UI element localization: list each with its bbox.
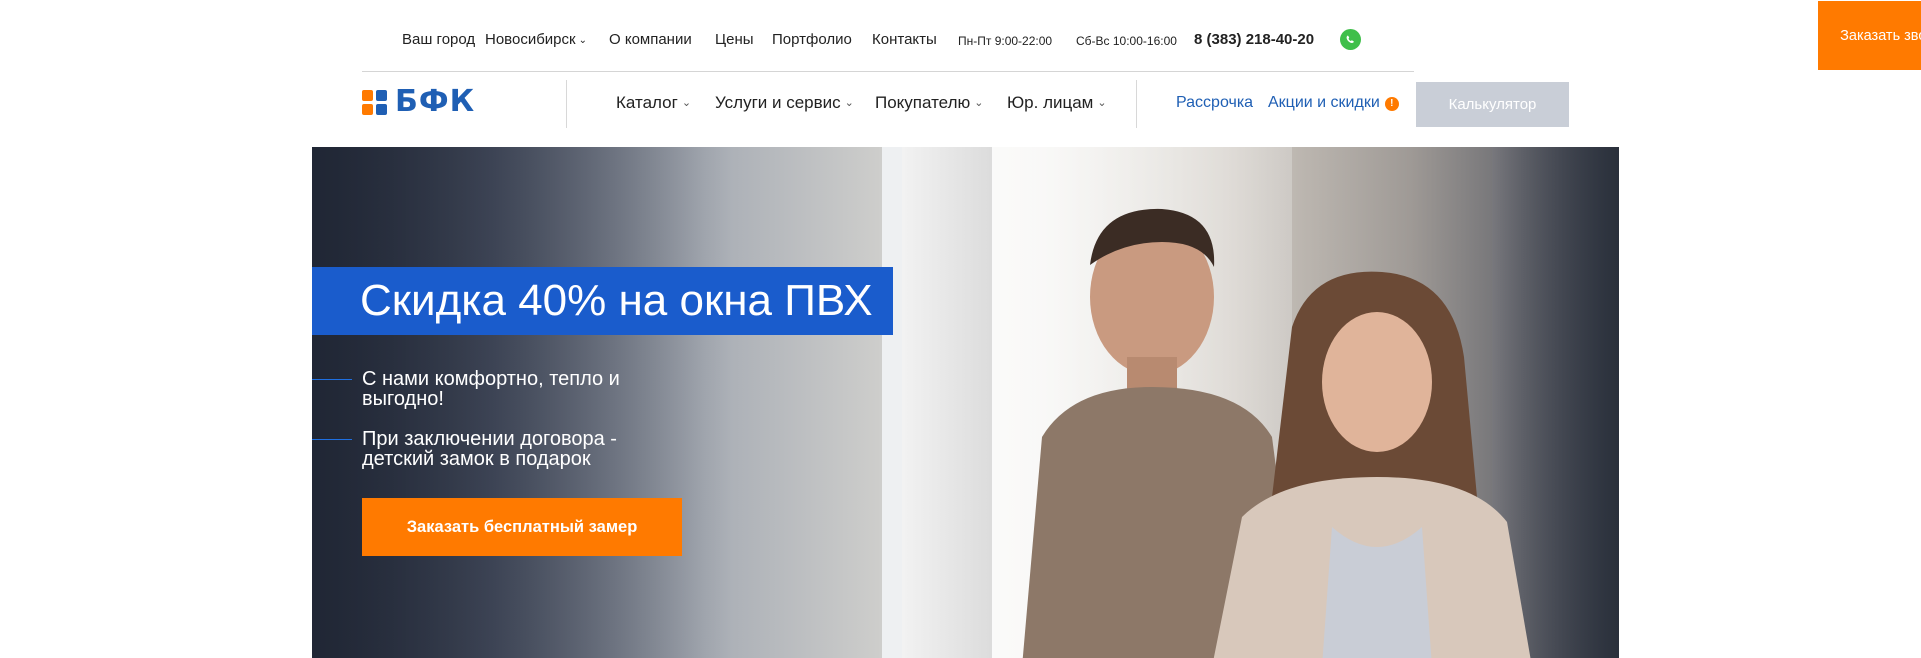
nav-menu-services[interactable]: Услуги и сервис ⌄ [715,93,854,113]
hero-title: Скидка 40% на окна ПВХ [312,267,893,335]
nav-menu-legal[interactable]: Юр. лицам ⌄ [1007,93,1107,113]
city-value[interactable]: Новосибирск [485,31,576,48]
hero-window-frame [902,147,992,658]
logo[interactable]: БФК [362,84,532,119]
logo-text: БФК [395,84,476,119]
whatsapp-icon[interactable] [1340,29,1361,50]
nav-link-promo[interactable]: Акции и скидки! [1268,94,1399,112]
nav-link-about[interactable]: О компании [609,31,692,48]
nav-menu-label[interactable]: Юр. лицам [1007,93,1093,112]
bullet-marker [312,379,352,380]
chevron-down-icon: ⌄ [681,97,692,109]
chevron-down-icon: ⌄ [844,97,854,109]
nav-link-contacts[interactable]: Контакты [872,31,937,48]
chevron-down-icon: ⌄ [578,35,587,46]
free-measurement-button[interactable]: Заказать бесплатный замер [362,498,682,556]
top-bar: Ваш город Новосибирск ⌄ О компании Цены П… [402,0,1921,72]
nav-menu-label[interactable]: Услуги и сервис [715,93,841,112]
hours-weekend: Сб-Вс 10:00-16:00 [1076,34,1177,48]
nav-promo-label[interactable]: Акции и скидки [1268,94,1380,111]
header-divider [362,71,1414,72]
nav-menu-label[interactable]: Каталог [616,93,678,112]
logo-square [376,90,387,101]
logo-square [376,104,387,115]
nav-link-prices[interactable]: Цены [715,31,754,48]
chevron-down-icon: ⌄ [1097,97,1107,109]
nav-menu-label[interactable]: Покупателю [875,93,970,112]
city-selector[interactable]: Новосибирск ⌄ [485,31,587,48]
promo-badge: ! [1384,97,1399,111]
nav-menu-catalog[interactable]: Каталог ⌄ [616,93,691,113]
logo-square [362,104,373,115]
order-call-button[interactable]: Заказать звонок [1818,1,1921,70]
hero-woman-image [1213,271,1531,658]
nav-separator [1136,80,1137,128]
nav-menu-buyer[interactable]: Покупателю ⌄ [875,93,983,113]
hero-bullet: С нами комфортно, тепло и выгодно! [362,368,620,410]
phone-link[interactable]: 8 (383) 218-40-20 [1194,31,1314,48]
calculator-button[interactable]: Калькулятор [1416,82,1569,127]
chevron-down-icon: ⌄ [974,97,984,109]
nav-link-installment[interactable]: Рассрочка [1176,94,1253,112]
logo-square [362,90,373,101]
hero-bullet: При заключении договора - детский замок … [362,428,617,470]
hours-weekday: Пн-Пт 9:00-22:00 [958,34,1053,48]
city-label: Ваш город [402,31,476,48]
nav-separator [566,80,567,128]
nav-link-portfolio[interactable]: Портфолио [772,31,852,48]
bullet-marker [312,439,352,440]
hero-banner: Скидка 40% на окна ПВХ С нами комфортно,… [312,147,1619,658]
